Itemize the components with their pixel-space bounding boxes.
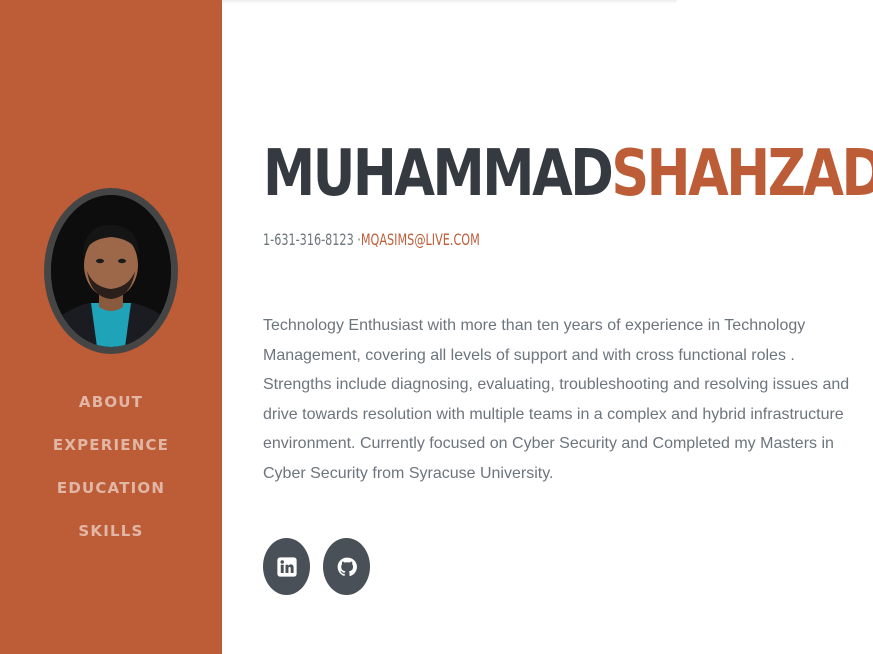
sidebar: ABOUT EXPERIENCE EDUCATION SKILLS — [0, 0, 222, 654]
about-section: MUHAMMADSHAHZAD 1-631-316-8123 ·MQASIMS@… — [263, 0, 873, 654]
nav-link-skills[interactable]: SKILLS — [78, 522, 143, 540]
linkedin-icon — [276, 556, 297, 577]
nav-link-experience[interactable]: EXPERIENCE — [53, 436, 169, 454]
email-link[interactable]: MQASIMS@LIVE.COM — [361, 230, 480, 249]
nav-item-skills: SKILLS — [0, 509, 222, 552]
page: ABOUT EXPERIENCE EDUCATION SKILLS MUHAMM… — [0, 0, 873, 654]
profile-avatar — [44, 188, 178, 354]
sidebar-nav: ABOUT EXPERIENCE EDUCATION SKILLS — [0, 380, 222, 552]
profile-photo — [51, 195, 171, 347]
contact-line: 1-631-316-8123 ·MQASIMS@LIVE.COM — [263, 229, 480, 251]
phone-number: 1-631-316-8123 — [263, 230, 354, 249]
nav-item-about: ABOUT — [0, 380, 222, 423]
linkedin-button[interactable] — [263, 538, 310, 595]
nav-link-education[interactable]: EDUCATION — [57, 479, 165, 497]
github-button[interactable] — [323, 538, 370, 595]
social-icons — [263, 538, 370, 595]
bio-text: Technology Enthusiast with more than ten… — [263, 317, 850, 482]
nav-link-about[interactable]: ABOUT — [79, 393, 143, 411]
nav-item-education: EDUCATION — [0, 466, 222, 509]
last-name: SHAHZAD — [611, 137, 873, 211]
first-name: MUHAMMAD — [263, 137, 614, 211]
github-icon — [337, 557, 357, 576]
nav-item-experience: EXPERIENCE — [0, 423, 222, 466]
profile-name: MUHAMMADSHAHZAD — [263, 124, 873, 224]
